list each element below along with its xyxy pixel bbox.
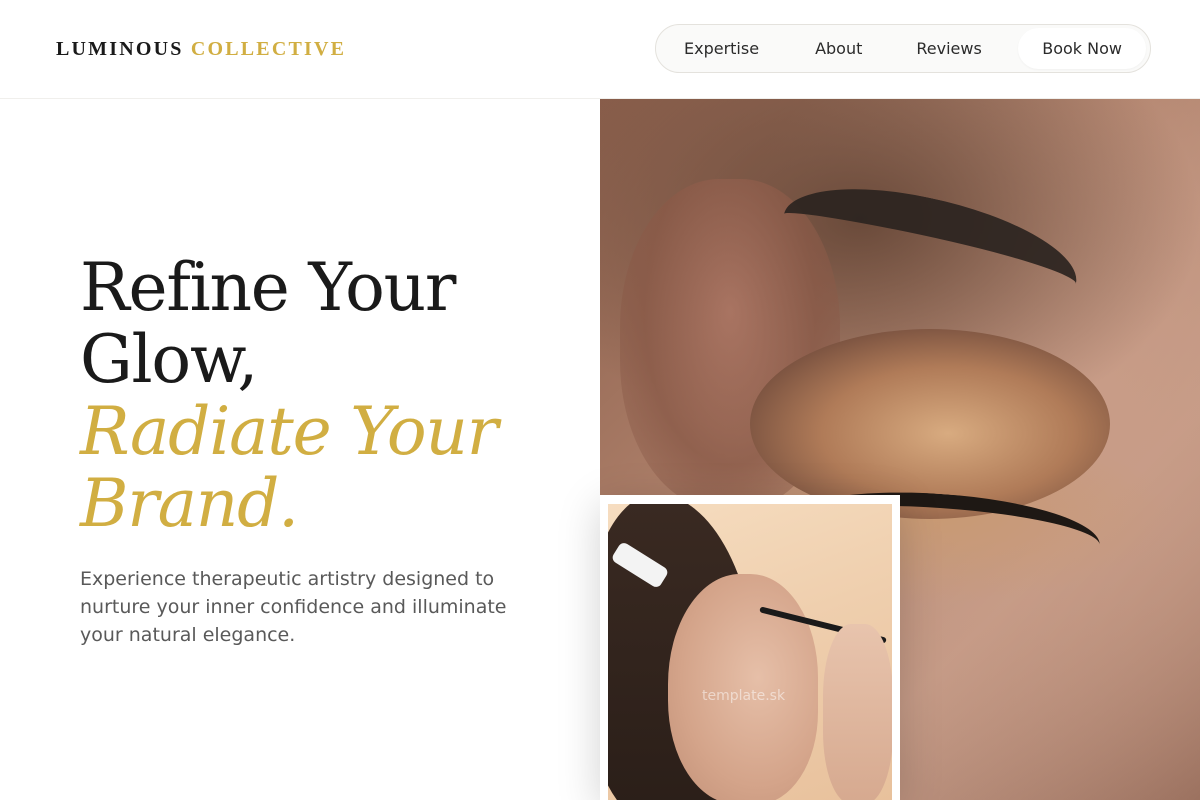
nav-item-expertise[interactable]: Expertise xyxy=(662,28,786,69)
nav-item-about[interactable]: About xyxy=(786,28,889,69)
hero-inset-image-frame: template.sk xyxy=(600,495,900,800)
brand-logo[interactable]: LUMINOUS COLLECTIVE xyxy=(56,37,346,61)
hero-heading-line2: Glow, xyxy=(80,321,258,398)
hero-subtitle: Experience therapeutic artistry designed… xyxy=(80,568,507,646)
brand-name-part1: LUMINOUS xyxy=(56,38,184,60)
nav-item-reviews[interactable]: Reviews xyxy=(889,28,1008,69)
hero-heading-line4: Brand. xyxy=(80,465,299,542)
hero-heading: Refine Your Glow, Radiate Your Brand. xyxy=(80,252,580,540)
brand-name-part2: COLLECTIVE xyxy=(190,38,347,60)
top-navigation-bar: LUMINOUS COLLECTIVE Expertise About Revi… xyxy=(0,0,1200,99)
inset-watermark: template.sk xyxy=(702,688,786,704)
book-now-button[interactable]: Book Now xyxy=(1018,28,1146,69)
hero-heading-line3: Radiate Your xyxy=(80,393,498,470)
hero-inset-image: template.sk xyxy=(608,504,892,800)
hand-shape xyxy=(823,624,892,800)
eyelid-shadow-shape xyxy=(750,329,1110,519)
hero-heading-line1: Refine Your xyxy=(80,249,456,326)
main-nav: Expertise About Reviews Book Now xyxy=(655,24,1151,73)
face-shape xyxy=(668,574,818,800)
